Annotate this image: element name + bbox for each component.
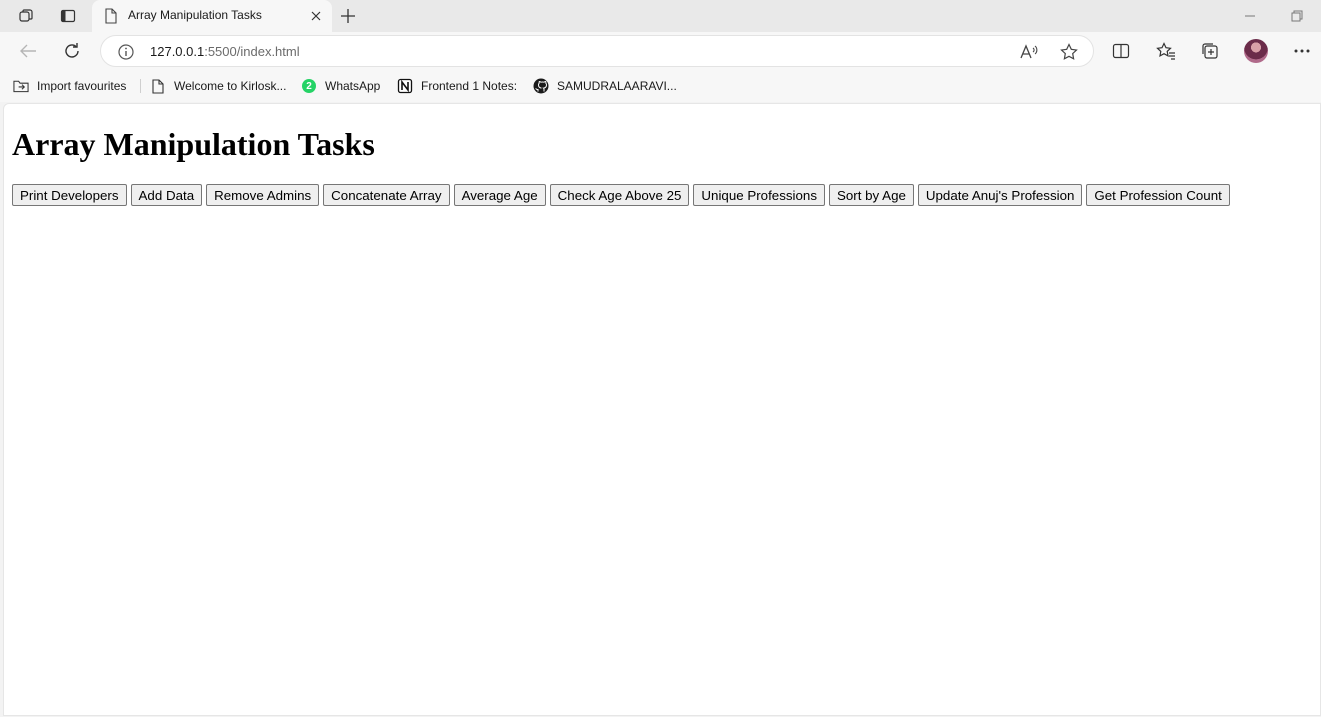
url-host: 127.0.0.1 xyxy=(150,44,205,59)
minimize-icon xyxy=(1245,15,1255,17)
tab-strip: Array Manipulation Tasks xyxy=(0,0,1321,32)
info-icon[interactable] xyxy=(117,43,135,66)
favorite-whatsapp[interactable]: 2 WhatsApp xyxy=(301,76,380,96)
favorite-import[interactable]: Import favourites xyxy=(13,76,126,96)
split-screen-button[interactable] xyxy=(1107,38,1135,64)
workspaces-icon[interactable] xyxy=(12,4,40,28)
address-bar[interactable]: 127.0.0.1:5500/index.html xyxy=(100,35,1094,67)
more-button[interactable] xyxy=(1288,38,1316,64)
favorite-label: Import favourites xyxy=(37,79,127,93)
add-data-button[interactable]: Add Data xyxy=(130,184,203,206)
favorite-notion[interactable]: Frontend 1 Notes: xyxy=(397,76,517,96)
favorite-label: Frontend 1 Notes: xyxy=(421,79,518,93)
unique-professions-button[interactable]: Unique Professions xyxy=(693,184,825,206)
favorite-label: SAMUDRALAARAVI... xyxy=(557,79,677,93)
new-tab-button[interactable] xyxy=(336,4,360,28)
favorites-divider xyxy=(140,79,141,93)
restore-button[interactable] xyxy=(1287,6,1307,26)
tab-active[interactable]: Array Manipulation Tasks xyxy=(92,0,332,32)
url-text[interactable]: 127.0.0.1:5500/index.html xyxy=(150,44,300,59)
notion-icon xyxy=(397,78,413,94)
minimize-button[interactable] xyxy=(1240,6,1260,26)
profile-button[interactable] xyxy=(1242,38,1270,64)
vertical-tabs-icon[interactable] xyxy=(54,4,82,28)
more-dots-icon xyxy=(1294,49,1310,53)
update-anuj-profession-button[interactable]: Update Anuj's Profession xyxy=(917,184,1083,206)
plus-icon xyxy=(341,9,355,23)
average-age-button[interactable]: Average Age xyxy=(453,184,546,206)
page-viewport: Array Manipulation Tasks Print Developer… xyxy=(3,103,1321,716)
favorite-label: Welcome to Kirlosk... xyxy=(174,79,287,93)
refresh-button[interactable] xyxy=(58,38,86,64)
read-aloud-icon[interactable] xyxy=(1019,42,1039,62)
avatar xyxy=(1244,39,1268,63)
page-title: Array Manipulation Tasks xyxy=(12,126,375,162)
restore-icon xyxy=(1291,10,1303,22)
page-icon xyxy=(150,78,166,94)
favorites-star-icon xyxy=(1156,42,1175,60)
toolbar: 127.0.0.1:5500/index.html xyxy=(0,32,1321,70)
favorites-button[interactable] xyxy=(1152,38,1180,64)
remove-admins-button[interactable]: Remove Admins xyxy=(206,184,320,206)
github-icon xyxy=(533,78,549,94)
browser-window: Array Manipulation Tasks 127.0.0.1:5500/… xyxy=(0,0,1321,717)
collections-button[interactable] xyxy=(1196,38,1224,64)
arrow-left-icon xyxy=(20,44,36,58)
whatsapp-badge: 2 xyxy=(302,79,316,93)
get-profession-count-button[interactable]: Get Profession Count xyxy=(1086,184,1230,206)
import-folder-icon xyxy=(13,78,29,94)
check-age-above-25-button[interactable]: Check Age Above 25 xyxy=(549,184,690,206)
url-path: :5500/index.html xyxy=(204,44,300,59)
concatenate-array-button[interactable]: Concatenate Array xyxy=(323,184,450,206)
tab-title: Array Manipulation Tasks xyxy=(128,8,262,22)
page-icon xyxy=(104,8,118,29)
sort-by-age-button[interactable]: Sort by Age xyxy=(828,184,914,206)
star-icon[interactable] xyxy=(1059,42,1079,62)
collections-icon xyxy=(1202,43,1218,59)
favorite-github[interactable]: SAMUDRALAARAVI... xyxy=(533,76,677,96)
back-button[interactable] xyxy=(14,38,42,64)
print-developers-button[interactable]: Print Developers xyxy=(12,184,127,206)
close-icon[interactable] xyxy=(308,8,324,24)
whatsapp-icon: 2 xyxy=(301,78,317,94)
refresh-icon xyxy=(65,43,79,58)
split-screen-icon xyxy=(1112,43,1130,59)
task-button-row: Print Developers Add Data Remove Admins … xyxy=(12,184,1230,206)
favorites-bar: Import favourites Welcome to Kirlosk... … xyxy=(0,70,1321,102)
favorite-label: WhatsApp xyxy=(325,79,381,93)
favorite-kirloskar[interactable]: Welcome to Kirlosk... xyxy=(150,76,286,96)
